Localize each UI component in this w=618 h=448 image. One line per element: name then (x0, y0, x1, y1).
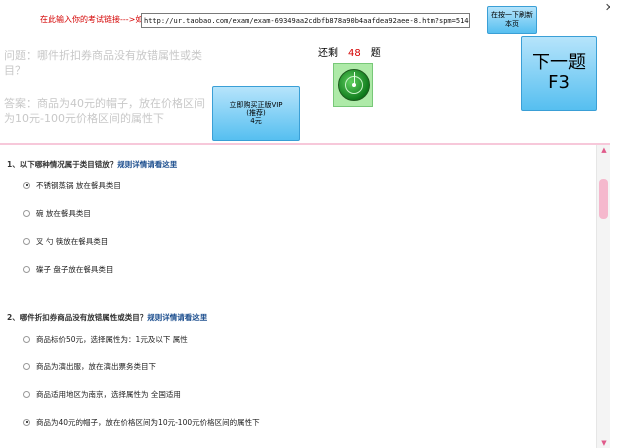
radio-icon[interactable] (23, 237, 30, 245)
current-answer: 答案：商品为40元的帽子，放在价格区间为10元-100元价格区间的属性下 (4, 96, 210, 126)
top-panel: ✕ 在此输入你的考试链接--->如 http://ur.taobao.com/e… (0, 0, 618, 143)
radio-icon[interactable] (23, 390, 30, 398)
question-1-title: 1、以下哪种情况属于类目错放？规则详情请看这里 (7, 159, 177, 170)
option-label: 不锈钢蒸锅 放在餐具类目 (36, 181, 121, 190)
radio-checked-icon[interactable] (23, 418, 30, 426)
radar-dot (352, 83, 356, 87)
next-shortcut: F3 (548, 72, 570, 93)
option-label: 碗 放在餐具类目 (36, 209, 91, 218)
buy-vip-button[interactable]: 立即购买正版VIP (推荐) 4元 (212, 86, 300, 141)
radar-icon (333, 63, 373, 107)
refresh-button[interactable]: 在按一下刷新本页 (487, 6, 537, 34)
question-prefix: 问题： (4, 49, 37, 62)
question-2-rules-link[interactable]: 规则详情请看这里 (147, 313, 207, 322)
vip-line1: 立即购买正版VIP (229, 101, 283, 109)
question-1-option-3[interactable]: 叉 勺 筷放在餐具类目 (23, 237, 108, 247)
exam-url-input[interactable]: http://ur.taobao.com/exam/exam-69349aa2c… (141, 13, 470, 28)
question-1-option-2[interactable]: 碗 放在餐具类目 (23, 209, 91, 219)
remaining-counter: 还剩 48 题 (318, 44, 381, 59)
option-label: 商品标价50元，选择属性为：1元及以下 属性 (36, 335, 188, 344)
next-question-button[interactable]: 下一题 F3 (521, 36, 597, 111)
remaining-count: 48 (348, 48, 361, 59)
current-question: 问题：哪件折扣券商品没有放错属性或类目？ (4, 48, 210, 78)
question-1-option-1[interactable]: 不锈钢蒸锅 放在餐具类目 (23, 181, 121, 191)
option-label: 碟子 盘子放在餐具类目 (36, 265, 114, 274)
radio-icon[interactable] (23, 209, 30, 217)
scroll-down-icon[interactable]: ▼ (597, 438, 611, 448)
radar-circle (338, 69, 370, 101)
radio-icon[interactable] (23, 335, 30, 343)
question-1-rules-link[interactable]: 规则详情请看这里 (117, 160, 177, 169)
question-2-option-2[interactable]: 商品为演出服，放在演出票务类目下 (23, 362, 156, 372)
question-1-option-4[interactable]: 碟子 盘子放在餐具类目 (23, 265, 113, 275)
question-1-text: 1、以下哪种情况属于类目错放？ (7, 160, 118, 169)
radio-checked-icon[interactable] (23, 181, 30, 189)
option-label: 商品为40元的帽子，放在价格区间为10元-100元价格区间的属性下 (36, 418, 260, 427)
url-label: 在此输入你的考试链接--->如 (40, 15, 144, 24)
radio-icon[interactable] (23, 362, 30, 370)
scroll-up-icon[interactable]: ▲ (597, 145, 611, 155)
option-label: 商品适用地区为南京，选择属性为 全国适用 (36, 390, 181, 399)
window-edge (610, 0, 618, 448)
question-2-option-1[interactable]: 商品标价50元，选择属性为：1元及以下 属性 (23, 335, 188, 345)
remaining-before: 还剩 (318, 48, 338, 59)
vertical-scrollbar[interactable]: ▲ ▼ (596, 145, 611, 448)
question-2-option-3[interactable]: 商品适用地区为南京，选择属性为 全国适用 (23, 390, 181, 400)
question-list: 1、以下哪种情况属于类目错放？规则详情请看这里 不锈钢蒸锅 放在餐具类目 碗 放… (0, 145, 596, 448)
option-label: 叉 勺 筷放在餐具类目 (36, 237, 109, 246)
question-2-option-4[interactable]: 商品为40元的帽子，放在价格区间为10元-100元价格区间的属性下 (23, 418, 260, 428)
vip-line3: 4元 (250, 117, 262, 125)
next-label: 下一题 (532, 52, 586, 73)
question-2-text: 2、哪件折扣券商品没有放错属性或类目？ (7, 313, 148, 322)
scroll-thumb[interactable] (599, 179, 608, 219)
current-question-panel: 问题：哪件折扣券商品没有放错属性或类目？ 答案：商品为40元的帽子，放在价格区间… (0, 42, 210, 140)
radio-icon[interactable] (23, 265, 30, 273)
option-label: 商品为演出服，放在演出票务类目下 (36, 362, 156, 371)
remaining-after: 题 (370, 48, 381, 59)
question-2-title: 2、哪件折扣券商品没有放错属性或类目？规则详情请看这里 (7, 312, 207, 323)
answer-prefix: 答案： (4, 97, 37, 110)
vip-line2: (推荐) (246, 109, 266, 117)
